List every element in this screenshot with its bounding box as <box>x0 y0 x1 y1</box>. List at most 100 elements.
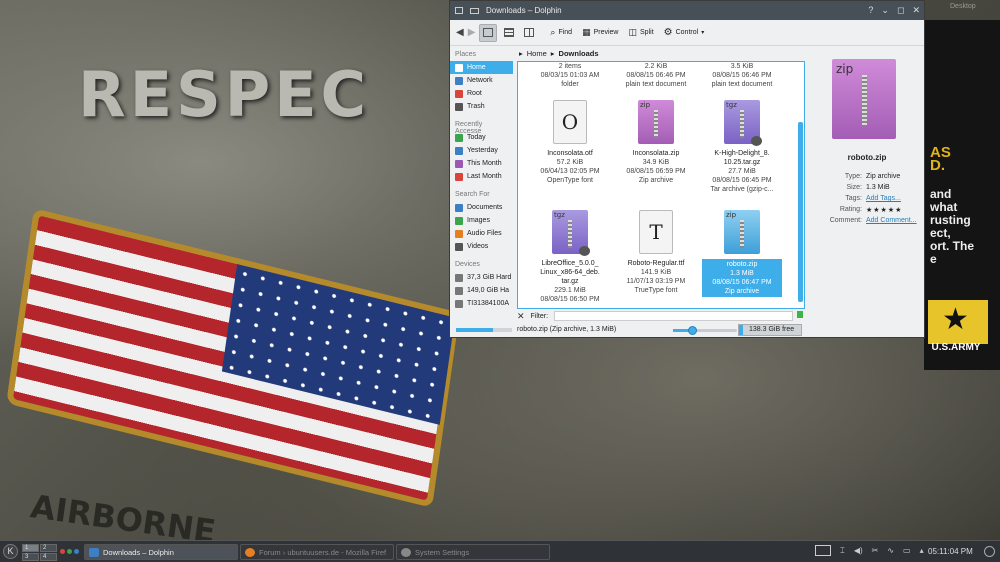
breadcrumb-arrow-icon[interactable]: ▸ <box>519 49 523 58</box>
network-icon[interactable]: ∿ <box>887 546 894 555</box>
desktop-2[interactable]: 2 <box>40 544 57 552</box>
close-filter-icon[interactable]: ✕ <box>517 311 525 322</box>
clock[interactable]: 05:11:04 PM <box>928 547 973 556</box>
file-meta: folder <box>561 81 579 88</box>
details-view-button[interactable] <box>521 24 537 42</box>
control-button[interactable]: ⚙ Control ▾ <box>661 24 708 42</box>
file-item[interactable]: 2 items 08/03/15 01:03 AM folder <box>530 62 610 89</box>
image-icon <box>455 216 463 225</box>
task-system-settings[interactable]: System Settings <box>396 544 550 560</box>
file-item-selected[interactable]: zip roboto.zip 1.3 MiB 08/08/15 06:47 PM… <box>702 210 782 297</box>
recent-yesterday[interactable]: Yesterday <box>450 144 513 157</box>
recent-this-month[interactable]: This Month <box>450 157 513 170</box>
close-icon[interactable]: ✕ <box>912 5 920 16</box>
rating-stars[interactable]: ★★★★★ <box>866 206 902 214</box>
tray-expand-icon[interactable]: ▴ <box>920 546 924 555</box>
zipper <box>568 220 572 248</box>
title-bar[interactable]: Downloads – Dolphin ? ⌄ ◻ ✕ <box>450 1 924 20</box>
place-root[interactable]: Root <box>450 87 513 100</box>
file-item[interactable]: O Inconsolata.otf 57.2 KiB 06/04/13 02:0… <box>530 100 610 185</box>
find-button[interactable]: ⌕ Find <box>547 24 575 42</box>
zip-label: zip <box>640 101 651 109</box>
device-label: 37,3 GiB Hard <box>467 274 512 281</box>
add-comment-link[interactable]: Add Comment... <box>866 217 917 224</box>
lock-icon[interactable] <box>797 311 803 318</box>
file-view[interactable]: 2 items 08/03/15 01:03 AM folder 2.2 KiB… <box>517 61 805 309</box>
file-meta: TrueType font <box>634 287 678 294</box>
desktop-3[interactable]: 3 <box>22 553 39 561</box>
vertical-scrollbar[interactable] <box>798 64 803 306</box>
file-item[interactable]: 2.2 KiB 08/08/15 06:46 PM plain text doc… <box>616 62 696 89</box>
icons-view-button[interactable] <box>479 23 498 42</box>
filter-label: Filter: <box>530 312 549 320</box>
back-icon[interactable]: ◀ <box>456 27 464 38</box>
battery-icon[interactable]: ▭ <box>903 546 911 555</box>
info-key: Comment: <box>829 217 862 224</box>
file-meta: 08/08/15 06:46 PM <box>626 72 686 79</box>
application-launcher-icon[interactable]: K <box>3 544 18 559</box>
place-home[interactable]: Home <box>450 61 513 74</box>
compact-view-button[interactable] <box>501 24 517 42</box>
places-header: Places <box>455 51 477 58</box>
device-drive-2[interactable]: 149,0 GiB Ha <box>450 284 513 297</box>
volume-icon[interactable]: ◀) <box>854 546 863 555</box>
preview-button[interactable]: ▦ Preview <box>579 24 621 42</box>
file-item[interactable]: tgz LibreOffice_5.0.0_ Linux_x86-64_deb.… <box>530 210 610 304</box>
find-label: Find <box>558 29 573 36</box>
file-name: roboto.zip <box>726 261 758 268</box>
screen-icon[interactable] <box>815 545 831 556</box>
device-drive-1[interactable]: 37,3 GiB Hard <box>450 271 513 284</box>
control-label: Control <box>675 29 699 36</box>
minimize-icon[interactable]: ⌄ <box>881 5 889 16</box>
place-trash[interactable]: Trash <box>450 100 513 113</box>
search-images[interactable]: Images <box>450 214 513 227</box>
device-drive-3[interactable]: TI31384100A <box>450 297 513 310</box>
tools-icon[interactable]: ✂ <box>872 546 879 555</box>
desktop-1[interactable]: 1 <box>22 544 39 552</box>
search-audio[interactable]: Audio Files <box>450 227 513 240</box>
maximize-icon[interactable]: ◻ <box>897 5 904 16</box>
desktop-corner-label[interactable]: Desktop <box>950 3 976 10</box>
filter-input[interactable] <box>554 311 793 321</box>
icons-view-icon <box>483 28 494 37</box>
window-pin-icon[interactable] <box>470 7 479 14</box>
file-item[interactable]: T Roboto-Regular.ttf 141.9 KiB 11/07/13 … <box>616 210 696 295</box>
task-label: System Settings <box>415 547 470 557</box>
info-comment-row: Comment: Add Comment... <box>810 217 924 227</box>
place-network[interactable]: Network <box>450 74 513 87</box>
filter-bar: ✕ Filter: <box>517 310 805 322</box>
wallpaper-text: RESPEC <box>78 58 371 131</box>
search-videos[interactable]: Videos <box>450 240 513 253</box>
places-panel: Places Home Network Root Trash Recently … <box>450 47 513 321</box>
breadcrumb-current[interactable]: Downloads <box>559 49 599 58</box>
zip-label: zip <box>726 211 737 219</box>
power-icon[interactable] <box>984 546 995 557</box>
breadcrumb-home[interactable]: Home <box>527 49 547 58</box>
file-item[interactable]: zip Inconsolata.zip 34.9 KiB 08/08/15 06… <box>616 100 696 185</box>
virtual-desktop-pager: 1 2 3 4 <box>22 544 57 561</box>
file-meta: 2.2 KiB <box>644 63 668 70</box>
forward-icon[interactable]: ▶ <box>468 27 476 38</box>
device-label: 149,0 GiB Ha <box>467 287 510 294</box>
file-name: K-High-Delight_8. 10.25.tar.gz <box>714 150 770 166</box>
file-item[interactable]: 3.5 KiB 08/08/15 06:46 PM plain text doc… <box>702 62 782 89</box>
add-tags-link[interactable]: Add Tags... <box>866 195 901 202</box>
clipboard-icon[interactable]: ⌶ <box>840 546 845 556</box>
file-meta: 141.9 KiB <box>640 269 672 276</box>
search-documents[interactable]: Documents <box>450 201 513 214</box>
split-button[interactable]: ◫ Split <box>626 24 657 42</box>
zoom-handle[interactable] <box>688 326 697 335</box>
tgz-label: tgz <box>554 211 565 219</box>
breadcrumb-arrow-icon[interactable]: ▸ <box>551 49 555 58</box>
file-name: Roboto-Regular.ttf <box>627 260 685 267</box>
activity-dots[interactable] <box>60 549 79 554</box>
window-menu-icon[interactable] <box>455 7 463 14</box>
file-item[interactable]: tgz K-High-Delight_8. 10.25.tar.gz 27.7 … <box>702 100 782 194</box>
task-dolphin[interactable]: Downloads – Dolphin <box>84 544 238 560</box>
zoom-slider[interactable] <box>673 326 737 335</box>
desktop-4[interactable]: 4 <box>40 553 57 561</box>
scrollbar-thumb[interactable] <box>798 122 803 302</box>
task-firefox[interactable]: Forum › ubuntuusers.de - Mozilla Firef <box>240 544 394 560</box>
recent-last-month[interactable]: Last Month <box>450 170 513 183</box>
help-icon[interactable]: ? <box>868 5 873 16</box>
